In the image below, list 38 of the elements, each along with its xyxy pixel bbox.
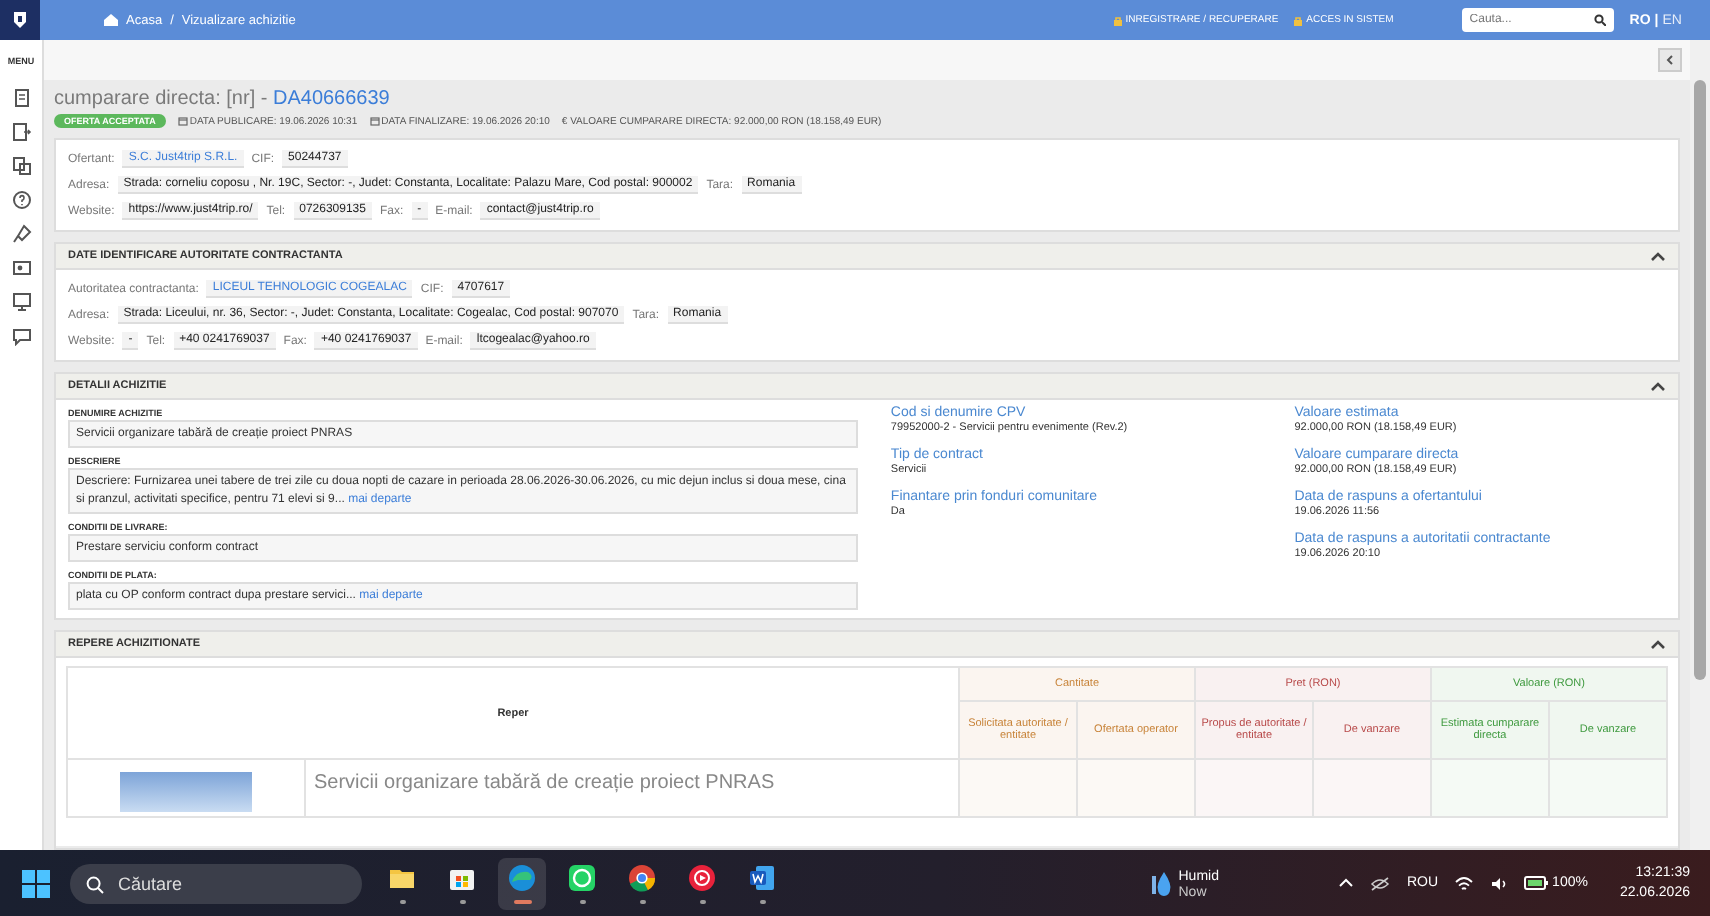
copy-icon[interactable]: [11, 156, 31, 176]
document-export-icon[interactable]: [11, 122, 31, 142]
scrollbar-thumb[interactable]: [1694, 80, 1706, 680]
logo-tile[interactable]: [0, 0, 40, 40]
wifi-icon[interactable]: [1454, 875, 1475, 891]
lock-icon: [1294, 15, 1303, 25]
browser-icon: [506, 862, 538, 894]
chat-icon: [566, 862, 598, 894]
monitor-icon[interactable]: [11, 292, 31, 312]
home-icon: [104, 14, 118, 26]
document-icon[interactable]: [11, 88, 31, 108]
play-icon: [686, 862, 718, 894]
search-icon: [1593, 14, 1606, 26]
chat-icon[interactable]: [11, 326, 31, 346]
chevron-left-icon: [1666, 54, 1674, 66]
eye-off-icon[interactable]: [1370, 875, 1391, 891]
collapse-button[interactable]: [1658, 48, 1682, 72]
taskbar-search-field[interactable]: Căutare: [70, 863, 362, 903]
pen-icon[interactable]: [11, 224, 31, 244]
page-title: cumparare directa: [nr] - DA40666639: [54, 88, 392, 110]
search-icon: [86, 875, 104, 893]
calendar-icon: [177, 116, 188, 126]
drop-icon: [1152, 869, 1173, 897]
table-cell: Servicii organizare tabără de creație proiect PNRAS: [305, 759, 959, 817]
photo-placeholder: [120, 772, 252, 812]
taskbar-app[interactable]: [498, 857, 546, 909]
caret-up-icon[interactable]: [1338, 878, 1355, 888]
shield-icon: [12, 10, 28, 30]
start-icon[interactable]: [20, 867, 52, 899]
battery-icon: [1524, 876, 1549, 890]
calendar-icon: [369, 116, 380, 126]
help-icon[interactable]: [11, 190, 31, 210]
volume-icon[interactable]: [1490, 875, 1509, 891]
browser-icon: [626, 862, 658, 894]
lock-icon: [1113, 15, 1122, 25]
document-icon: [746, 862, 778, 894]
procurement-code-link[interactable]: DA40666639: [272, 88, 390, 110]
id-card-icon[interactable]: [11, 258, 31, 278]
